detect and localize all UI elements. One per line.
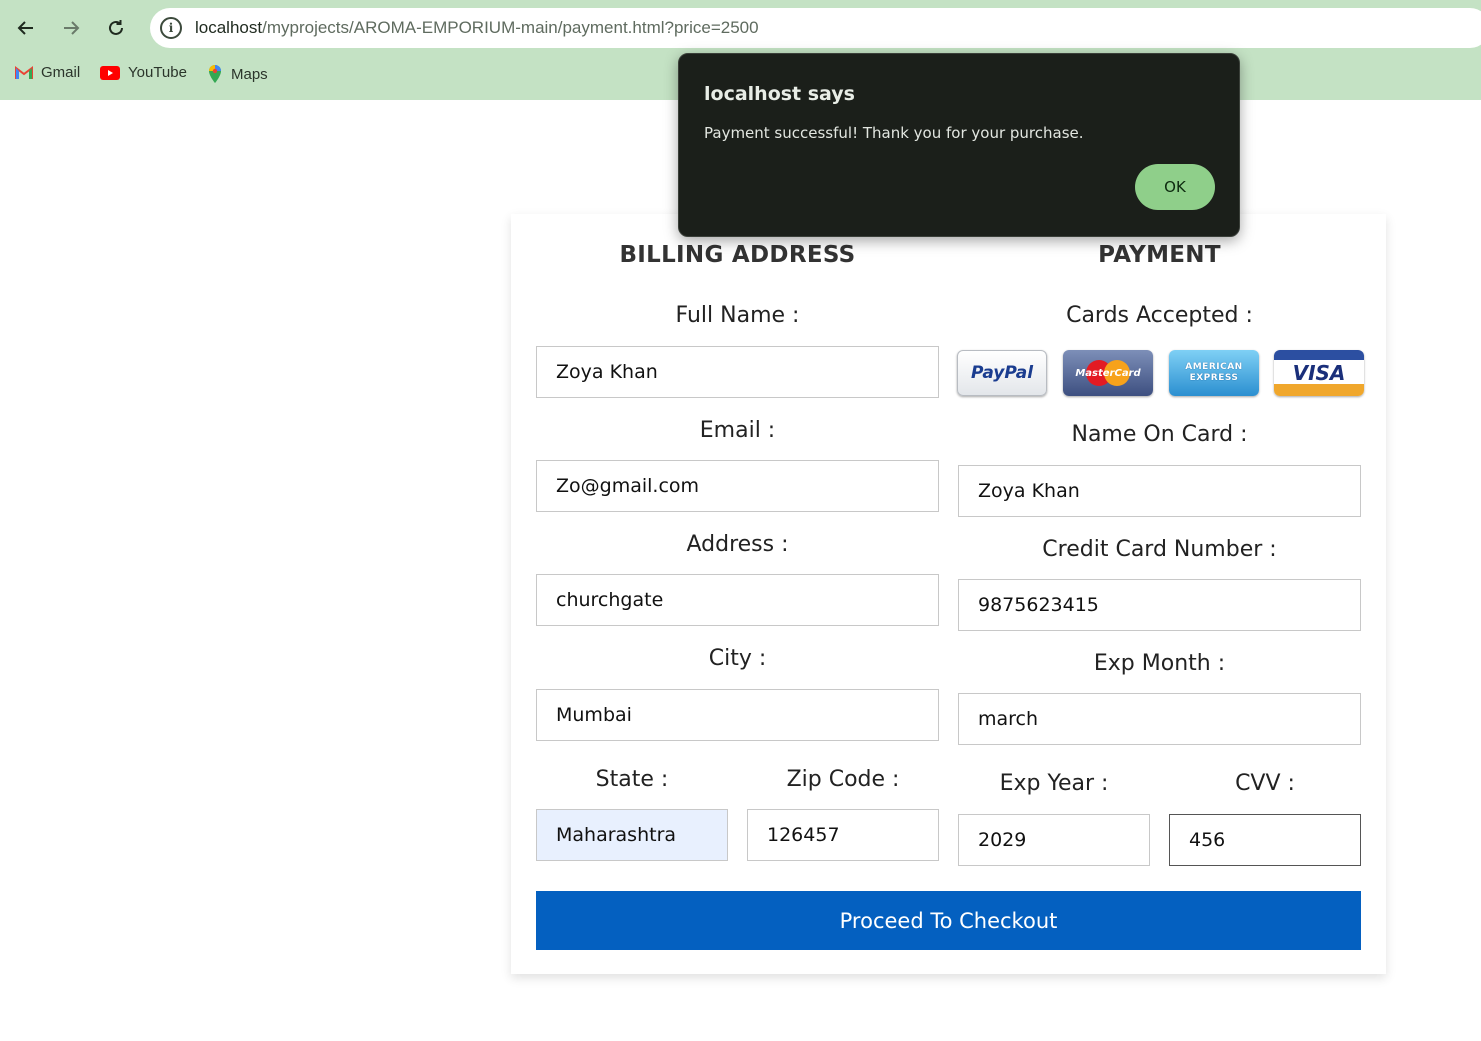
dialog-title: localhost says <box>704 83 855 105</box>
bookmark-maps[interactable]: Maps <box>207 64 268 84</box>
back-arrow-icon <box>17 21 33 35</box>
address-bar[interactable]: i localhost/myprojects/AROMA-EMPORIUM-ma… <box>150 8 1481 48</box>
bookmark-label: Maps <box>231 65 268 83</box>
zip-input[interactable] <box>747 809 939 861</box>
email-label: Email : <box>699 418 776 443</box>
zip-label: Zip Code : <box>786 767 900 792</box>
address-input[interactable] <box>536 574 939 626</box>
city-label: City : <box>708 646 767 671</box>
cvv-label: CVV : <box>1235 771 1295 796</box>
cards-accepted-label: Cards Accepted : <box>1066 303 1253 328</box>
youtube-icon <box>100 65 120 80</box>
mastercard-icon: MasterCard <box>1063 350 1153 396</box>
browser-toolbar: i localhost/myprojects/AROMA-EMPORIUM-ma… <box>0 0 1481 56</box>
dialog-message: Payment successful! Thank you for your p… <box>704 124 1084 142</box>
city-input[interactable] <box>536 689 939 741</box>
email-input[interactable] <box>536 460 939 512</box>
gmail-icon <box>15 65 33 80</box>
forward-arrow-icon <box>64 21 80 35</box>
bookmark-youtube[interactable]: YouTube <box>100 64 187 81</box>
exp-month-input[interactable] <box>958 693 1361 745</box>
url-host: localhost <box>195 18 263 37</box>
card-number-label: Credit Card Number : <box>1042 537 1277 562</box>
paypal-text: PayPal <box>970 363 1034 383</box>
reload-icon <box>109 20 123 35</box>
paypal-icon: PayPal <box>957 350 1047 396</box>
amex-icon: AMERICAN EXPRESS <box>1169 350 1259 396</box>
back-button[interactable] <box>10 12 42 44</box>
state-label: State : <box>595 767 669 792</box>
state-input[interactable] <box>536 809 728 861</box>
billing-title: BILLING ADDRESS <box>619 242 856 268</box>
dialog-ok-button[interactable]: OK <box>1135 164 1215 210</box>
forward-button[interactable] <box>55 12 87 44</box>
bookmark-label: YouTube <box>128 64 187 81</box>
bookmark-label: Gmail <box>41 64 81 81</box>
bookmark-gmail[interactable]: Gmail <box>15 64 80 81</box>
maps-icon <box>207 64 223 84</box>
exp-year-label: Exp Year : <box>999 771 1109 796</box>
full-name-label: Full Name : <box>675 303 800 328</box>
address-label: Address : <box>686 532 789 557</box>
accepted-cards: PayPal MasterCard AMERICAN EXPRESS VISA <box>957 350 1367 398</box>
mastercard-text: MasterCard <box>1075 367 1141 379</box>
visa-text: VISA <box>1292 361 1346 385</box>
cvv-input[interactable] <box>1169 814 1361 866</box>
exp-month-label: Exp Month : <box>1093 651 1226 676</box>
name-on-card-label: Name On Card : <box>1071 422 1248 447</box>
proceed-to-checkout-button[interactable]: Proceed To Checkout <box>536 891 1361 950</box>
name-on-card-input[interactable] <box>958 465 1361 517</box>
alert-dialog: localhost says Payment successful! Thank… <box>678 53 1240 237</box>
reload-button[interactable] <box>100 12 132 44</box>
site-info-icon[interactable]: i <box>160 17 182 39</box>
payment-title: PAYMENT <box>1098 242 1221 268</box>
visa-icon: VISA <box>1274 350 1364 396</box>
card-number-input[interactable] <box>958 579 1361 631</box>
url-text[interactable]: localhost/myprojects/AROMA-EMPORIUM-main… <box>195 18 759 38</box>
checkout-form-card: BILLING ADDRESS PAYMENT Full Name : Emai… <box>511 214 1386 974</box>
url-path: /myprojects/AROMA-EMPORIUM-main/payment.… <box>262 18 759 37</box>
full-name-input[interactable] <box>536 346 939 398</box>
amex-text: AMERICAN EXPRESS <box>1185 362 1243 383</box>
exp-year-input[interactable] <box>958 814 1150 866</box>
